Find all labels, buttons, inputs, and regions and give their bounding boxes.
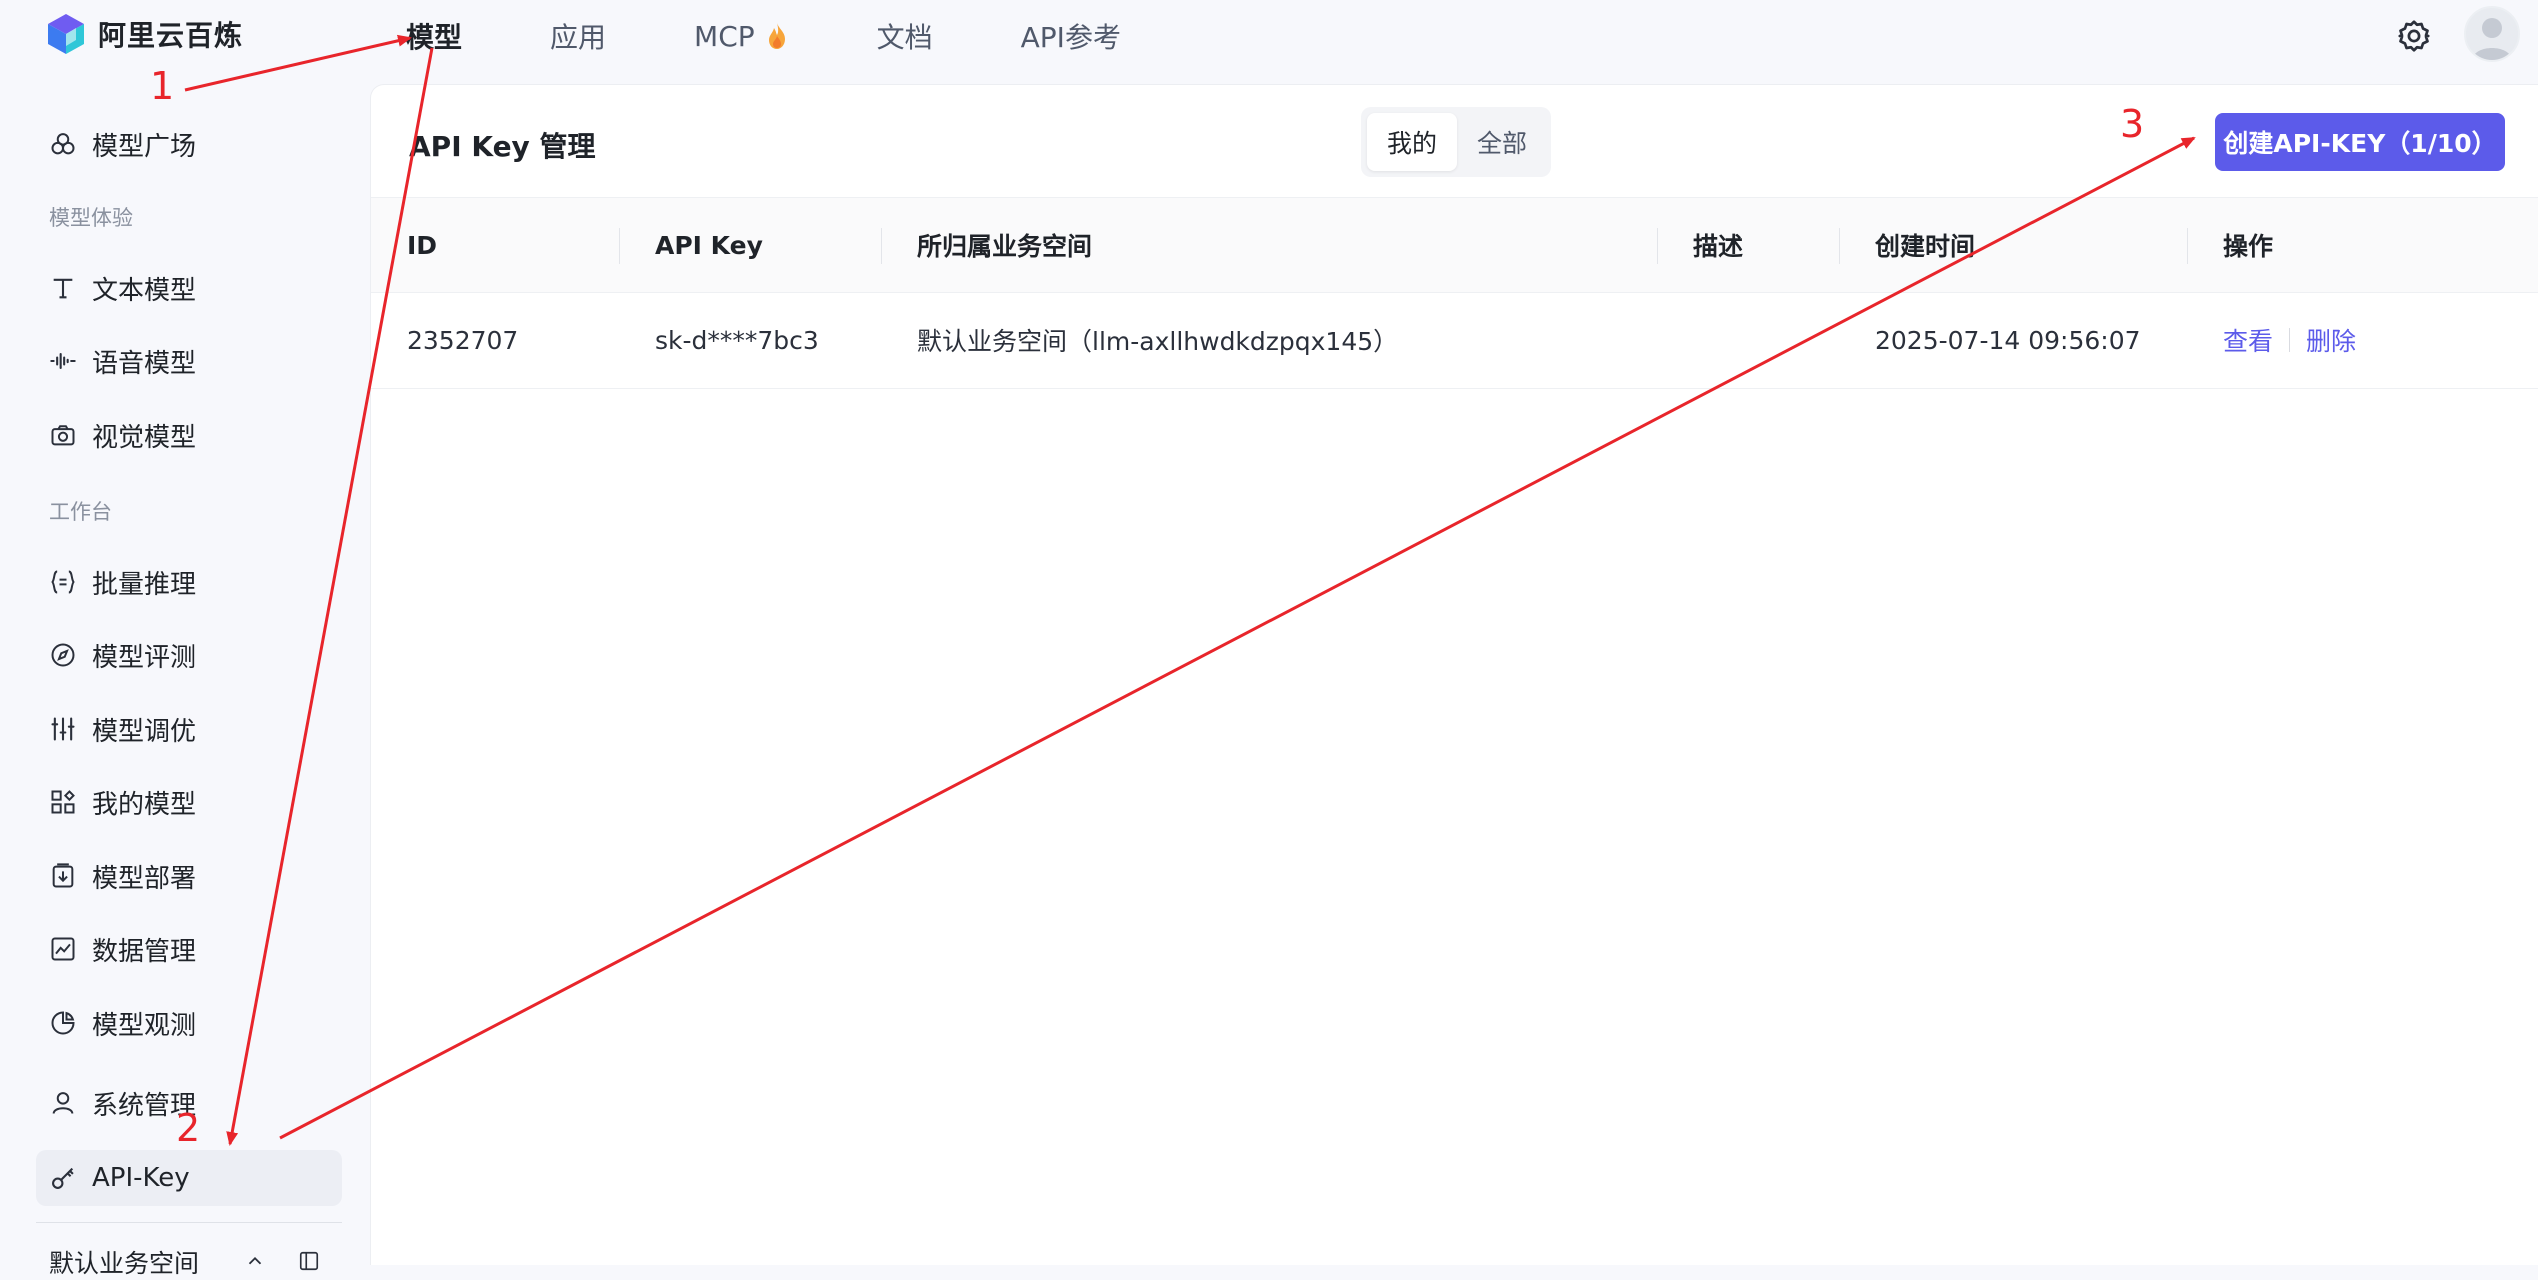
sidebar-item-my-models[interactable]: 我的模型: [36, 774, 342, 830]
nav-api-ref[interactable]: API参考: [1021, 16, 1121, 56]
column-divider: [1657, 228, 1658, 264]
sidebar-item-label: 我的模型: [92, 789, 197, 820]
cell-actions: 查看 删除: [2223, 293, 2356, 387]
page-title: API Key 管理: [409, 130, 596, 163]
column-divider: [619, 228, 620, 264]
create-api-key-button[interactable]: 创建API-KEY（1/10）: [2215, 113, 2505, 171]
sidebar-item-vision-model[interactable]: 视觉模型: [36, 407, 342, 463]
top-bar: 阿里云百炼 模型 应用 MCP 文档 API参考: [0, 0, 2538, 72]
model-square-icon: [48, 129, 78, 159]
braces-icon: [48, 567, 78, 597]
logo[interactable]: 阿里云百炼: [46, 12, 243, 56]
sidebar-item-label: 批量推理: [92, 569, 197, 600]
column-divider: [1839, 228, 1840, 264]
sidebar-item-label: 模型评测: [92, 642, 197, 673]
annotation-number-2: 2: [176, 1106, 201, 1150]
sidebar-item-label: 模型调优: [92, 716, 197, 747]
camera-icon: [48, 420, 78, 450]
sidebar-item-text-model[interactable]: 文本模型: [36, 260, 342, 316]
nav-app[interactable]: 应用: [550, 16, 606, 56]
column-header-actions: 操作: [2223, 232, 2274, 261]
sidebar-bottom-actions: [244, 1250, 320, 1272]
text-icon: [48, 273, 78, 303]
pie-icon: [48, 1008, 78, 1038]
nav-model-label: 模型: [406, 21, 463, 54]
sidebar-item-label: 数据管理: [92, 936, 197, 967]
nav-app-label: 应用: [550, 21, 607, 54]
nav-api-ref-label: API参考: [1020, 21, 1121, 54]
segment-all[interactable]: 全部: [1459, 113, 1545, 171]
nav-model[interactable]: 模型: [406, 16, 462, 56]
column-header-workspace: 所归属业务空间: [917, 232, 1093, 261]
user-icon: [48, 1088, 78, 1118]
sidebar-divider: [36, 1222, 342, 1223]
workspace-selector[interactable]: 默认业务空间: [49, 1244, 199, 1280]
sidebar-item-api-key[interactable]: API-Key: [36, 1150, 342, 1206]
sidebar-group-workbench: 工作台: [49, 500, 112, 524]
annotation-number-3: 3: [2120, 102, 2145, 146]
column-header-api-key: API Key: [655, 230, 763, 260]
scope-segmented-control: 我的 全部: [1361, 107, 1551, 177]
delete-link[interactable]: 删除: [2306, 322, 2356, 358]
column-divider: [2187, 228, 2188, 264]
view-link[interactable]: 查看: [2223, 322, 2273, 358]
sidebar-item-model-deploy[interactable]: 模型部署: [36, 848, 342, 904]
deploy-icon: [48, 861, 78, 891]
sidebar-item-data-manage[interactable]: 数据管理: [36, 921, 342, 977]
sidebar-item-label: API-Key: [92, 1163, 190, 1193]
sliders-icon: [48, 714, 78, 744]
nav-docs[interactable]: 文档: [877, 16, 933, 56]
app-name: 阿里云百炼: [98, 19, 244, 52]
fire-icon: [765, 22, 789, 50]
sidebar-item-label: 模型广场: [92, 131, 197, 162]
sidebar-item-model-observe[interactable]: 模型观测: [36, 995, 342, 1051]
cell-api-key: sk-d****7bc3: [655, 325, 819, 355]
sidebar: 模型广场 模型体验 文本模型 语音模型 视觉模型 工作台 批量推理 模型评测 模…: [0, 72, 370, 1278]
sidebar-item-label: 模型观测: [92, 1010, 197, 1041]
chevron-up-icon[interactable]: [244, 1250, 266, 1272]
sidebar-item-model-square[interactable]: 模型广场: [36, 116, 342, 172]
cell-created: 2025-07-14 09:56:07: [1875, 325, 2141, 355]
api-key-panel: API Key 管理 我的 全部 创建API-KEY（1/10） ID API …: [370, 84, 2538, 1265]
nav-mcp-label: MCP: [694, 19, 755, 53]
user-avatar-icon: [2472, 18, 2512, 60]
column-header-id: ID: [407, 230, 438, 260]
nav-mcp[interactable]: MCP: [694, 20, 789, 53]
table-row: 2352707 sk-d****7bc3 默认业务空间（llm-axllhwdk…: [371, 293, 2538, 389]
cell-id: 2352707: [407, 325, 519, 355]
segment-mine[interactable]: 我的: [1367, 113, 1457, 171]
sidebar-item-label: 视觉模型: [92, 422, 197, 453]
nav-docs-label: 文档: [876, 21, 933, 54]
grid-icon: [48, 787, 78, 817]
sidebar-item-model-eval[interactable]: 模型评测: [36, 627, 342, 683]
column-header-created: 创建时间: [1875, 232, 1976, 261]
collapse-sidebar-icon[interactable]: [298, 1250, 320, 1272]
table-header: ID API Key 所归属业务空间 描述 创建时间 操作: [371, 197, 2538, 293]
audio-wave-icon: [48, 346, 78, 376]
sidebar-item-model-tuning[interactable]: 模型调优: [36, 701, 342, 757]
sidebar-item-audio-model[interactable]: 语音模型: [36, 333, 342, 389]
sidebar-item-batch-inference[interactable]: 批量推理: [36, 554, 342, 610]
sidebar-group-experience: 模型体验: [49, 206, 133, 230]
action-divider: [2289, 328, 2291, 352]
sidebar-item-label: 语音模型: [92, 348, 197, 379]
cell-workspace: 默认业务空间（llm-axllhwdkdzpqx145）: [917, 327, 1399, 356]
column-divider: [881, 228, 882, 264]
bailian-logo-icon: [48, 14, 84, 54]
column-header-description: 描述: [1693, 232, 1744, 261]
top-nav: 模型 应用 MCP 文档 API参考: [406, 0, 1209, 72]
annotation-number-1: 1: [150, 64, 175, 108]
sidebar-item-label: 模型部署: [92, 863, 197, 894]
gear-icon[interactable]: [2396, 18, 2432, 54]
chart-icon: [48, 934, 78, 964]
key-icon: [48, 1163, 78, 1193]
compass-icon: [48, 640, 78, 670]
avatar[interactable]: [2464, 6, 2520, 62]
sidebar-item-label: 文本模型: [92, 275, 197, 306]
